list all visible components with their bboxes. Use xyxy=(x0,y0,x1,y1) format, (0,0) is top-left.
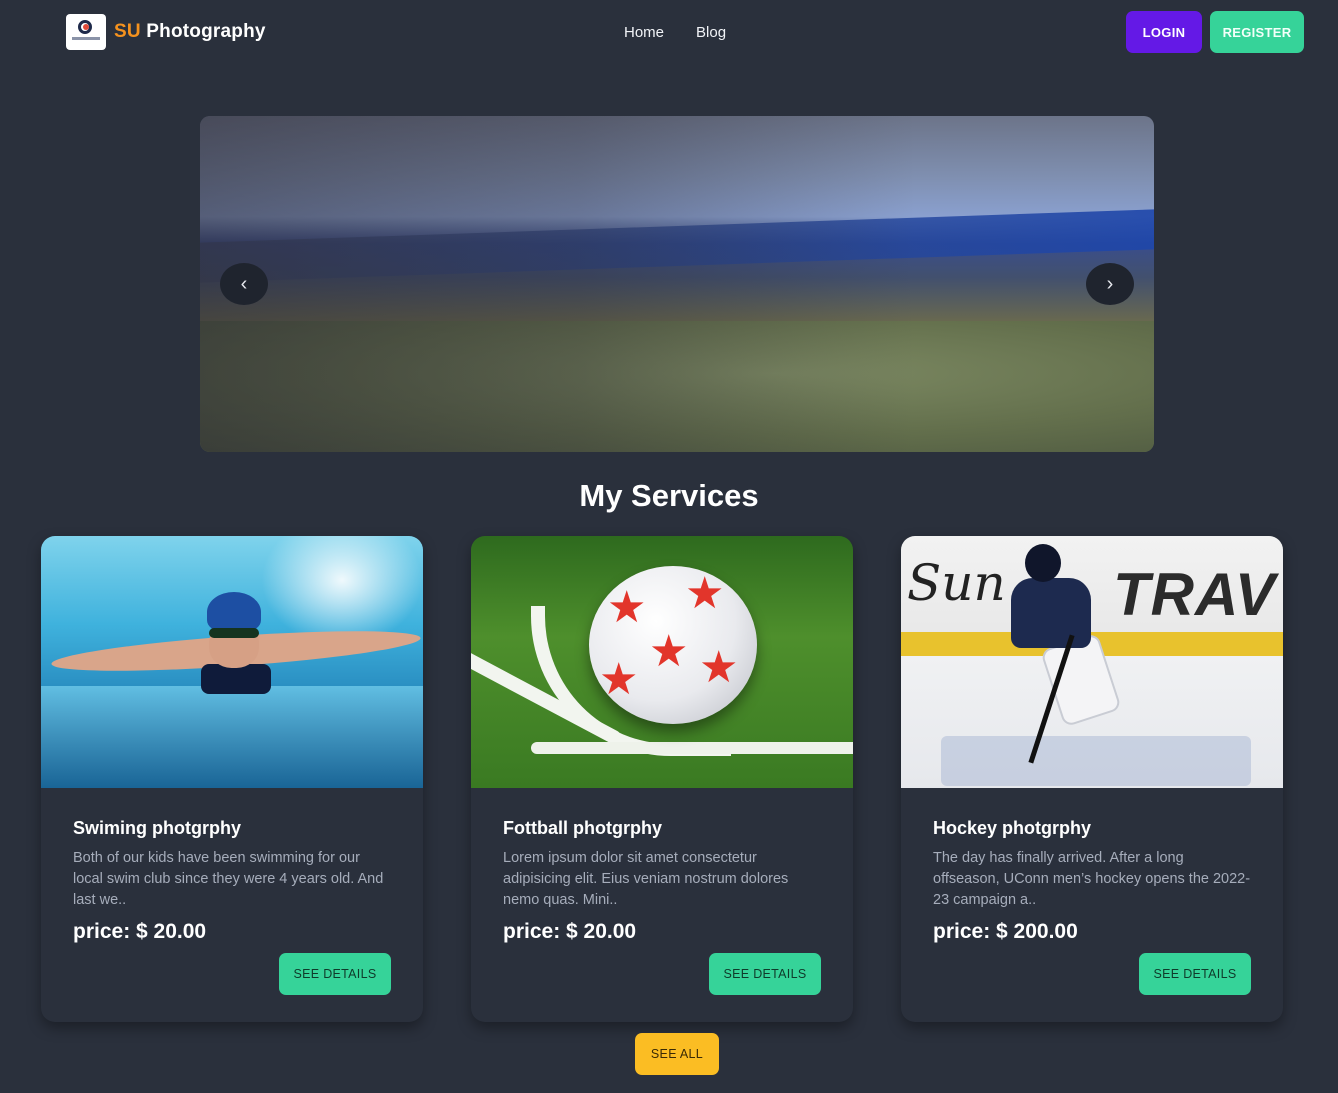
card-price: price: $ 20.00 xyxy=(503,920,637,943)
card-description: The day has finally arrived. After a lon… xyxy=(933,850,1251,908)
hockey-photo: Sun TRAV xyxy=(901,536,1283,788)
card-title: Swiming photgrphy xyxy=(73,818,241,838)
see-details-button[interactable]: SEE DETAILS xyxy=(279,953,391,995)
see-details-button[interactable]: SEE DETAILS xyxy=(709,953,821,995)
hockey-sign-left: Sun xyxy=(907,554,1006,612)
swimming-photo xyxy=(41,536,423,788)
chevron-left-icon: ‹ xyxy=(240,272,248,295)
carousel-next-button[interactable]: › xyxy=(1086,263,1134,305)
see-details-button[interactable]: SEE DETAILS xyxy=(1139,953,1251,995)
card-price: price: $ 200.00 xyxy=(933,920,1078,943)
service-card: Swiming photgrphy Both of our kids have … xyxy=(41,536,423,1022)
see-all-button[interactable]: SEE ALL xyxy=(635,1033,719,1075)
login-button[interactable]: LOGIN xyxy=(1126,11,1202,53)
card-title: Hockey photgrphy xyxy=(933,818,1092,838)
football-photo: ★ ★ ★ ★ ★ xyxy=(471,536,853,788)
card-body: Fottball photgrphy Lorem ipsum dolor sit… xyxy=(503,818,823,911)
chevron-right-icon: › xyxy=(1106,272,1114,295)
register-button[interactable]: REGISTER xyxy=(1210,11,1304,53)
service-card: Sun TRAV Hockey photgrphy The day has fi… xyxy=(901,536,1283,1022)
brand-link[interactable]: SU Photography xyxy=(66,14,266,50)
card-title: Fottball photgrphy xyxy=(503,818,662,838)
card-description: Both of our kids have been swimming for … xyxy=(73,850,384,908)
nav-links: Home Blog xyxy=(624,24,726,41)
card-body: Hockey photgrphy The day has finally arr… xyxy=(933,818,1253,911)
brand-logo xyxy=(66,14,106,50)
card-description: Lorem ipsum dolor sit amet consectetur a… xyxy=(503,850,789,908)
navbar: SU Photography Home Blog LOGIN REGISTER xyxy=(0,0,1338,64)
brand-name: SU Photography xyxy=(114,21,266,43)
service-card: ★ ★ ★ ★ ★ Fottball photgrphy Lorem ipsum… xyxy=(471,536,853,1022)
brand-name-accent: SU xyxy=(114,21,141,42)
hero-carousel: ‹ › xyxy=(200,116,1154,452)
card-price: price: $ 20.00 xyxy=(73,920,207,943)
carousel-prev-button[interactable]: ‹ xyxy=(220,263,268,305)
hockey-sign-right: TRAV xyxy=(1113,561,1276,628)
nav-link-blog[interactable]: Blog xyxy=(696,24,726,41)
card-body: Swiming photgrphy Both of our kids have … xyxy=(73,818,393,911)
services-title: My Services xyxy=(579,478,759,513)
nav-link-home[interactable]: Home xyxy=(624,24,664,41)
brand-name-rest: Photography xyxy=(140,21,266,42)
